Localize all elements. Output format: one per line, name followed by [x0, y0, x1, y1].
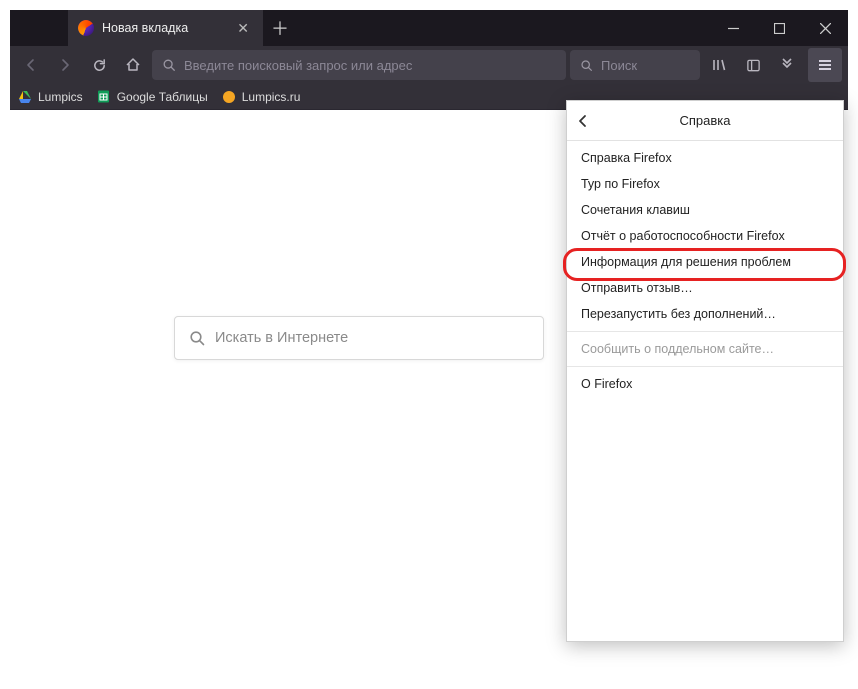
menu-item-firefox-tour[interactable]: Тур по Firefox	[567, 171, 843, 197]
menu-item-keyboard-shortcuts[interactable]: Сочетания клавиш	[567, 197, 843, 223]
window-minimize-button[interactable]	[710, 10, 756, 46]
app-menu-button[interactable]	[808, 48, 842, 82]
search-bar[interactable]	[570, 50, 700, 80]
home-button[interactable]	[118, 50, 148, 80]
reload-button[interactable]	[84, 50, 114, 80]
url-input[interactable]	[184, 58, 556, 73]
panel-header: Справка	[567, 101, 843, 141]
search-input[interactable]	[601, 58, 690, 73]
sheets-icon	[97, 90, 111, 104]
sidebar-button[interactable]	[738, 50, 768, 80]
newtab-search-box[interactable]	[174, 316, 544, 360]
search-icon	[189, 330, 205, 346]
tab-strip-leading-space	[10, 10, 68, 46]
window-maximize-button[interactable]	[756, 10, 802, 46]
search-icon	[580, 59, 593, 72]
panel-separator	[567, 331, 843, 332]
panel-back-button[interactable]	[567, 114, 599, 128]
drive-icon	[18, 90, 32, 104]
overflow-button[interactable]	[772, 50, 802, 80]
bookmark-label: Lumpics	[38, 90, 83, 104]
menu-item-restart-without-addons[interactable]: Перезапустить без дополнений…	[567, 301, 843, 327]
url-bar[interactable]	[152, 50, 566, 80]
bookmark-item[interactable]: Lumpics	[18, 90, 83, 104]
firefox-favicon	[78, 20, 94, 36]
bookmark-label: Google Таблицы	[117, 90, 208, 104]
panel-title: Справка	[567, 113, 843, 128]
nav-toolbar	[10, 46, 848, 84]
window-close-button[interactable]	[802, 10, 848, 46]
search-icon	[162, 58, 176, 72]
tab-close-button[interactable]: ✕	[233, 18, 253, 39]
menu-item-health-report[interactable]: Отчёт о работоспособности Firefox	[567, 223, 843, 249]
menu-item-troubleshooting-info[interactable]: Информация для решения проблем	[567, 249, 843, 275]
menu-item-submit-feedback[interactable]: Отправить отзыв…	[567, 275, 843, 301]
help-panel: Справка Справка Firefox Тур по Firefox С…	[566, 100, 844, 642]
menu-item-firefox-help[interactable]: Справка Firefox	[567, 145, 843, 171]
site-icon	[222, 90, 236, 104]
panel-separator	[567, 366, 843, 367]
bookmark-label: Lumpics.ru	[242, 90, 301, 104]
forward-button[interactable]	[50, 50, 80, 80]
newtab-search-input[interactable]	[215, 330, 529, 346]
bookmark-item[interactable]: Lumpics.ru	[222, 90, 301, 104]
bookmark-item[interactable]: Google Таблицы	[97, 90, 208, 104]
menu-item-about-firefox[interactable]: О Firefox	[567, 371, 843, 397]
tab-title: Новая вкладка	[102, 21, 225, 35]
new-tab-button[interactable]: ＋	[263, 10, 297, 46]
library-button[interactable]	[704, 50, 734, 80]
tab-active[interactable]: Новая вкладка ✕	[68, 10, 263, 46]
menu-item-report-deceptive-site: Сообщить о поддельном сайте…	[567, 336, 843, 362]
back-button[interactable]	[16, 50, 46, 80]
tab-bar: Новая вкладка ✕ ＋	[10, 10, 848, 46]
